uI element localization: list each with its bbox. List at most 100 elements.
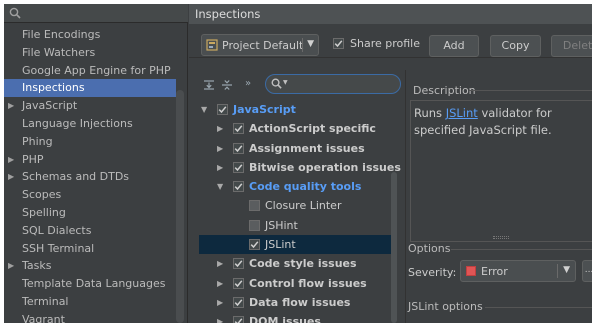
chevron-right-icon[interactable]: ▶: [217, 293, 223, 312]
sidebar-item[interactable]: SSH Terminal: [4, 240, 176, 258]
tree-row[interactable]: ▶ Bitwise operation issues: [199, 158, 401, 177]
checkbox-checked-icon[interactable]: [233, 258, 244, 270]
filter-dropdown-icon: ▼: [283, 79, 288, 86]
sidebar-item[interactable]: Google App Engine for PHP: [4, 62, 176, 80]
sidebar-item[interactable]: ▶ JavaScript: [4, 97, 176, 115]
sidebar-item[interactable]: File Watchers: [4, 44, 176, 62]
inspection-filter-input[interactable]: ▼: [265, 74, 401, 94]
severity-more-button[interactable]: ...: [582, 260, 592, 282]
sidebar-item[interactable]: Language Injections: [4, 115, 176, 133]
chevron-down-icon[interactable]: ▼: [217, 177, 223, 196]
tree-row[interactable]: ▼ Code quality tools: [199, 177, 395, 196]
tree-row[interactable]: Closure Linter: [199, 196, 395, 215]
checkbox-checked-icon[interactable]: [249, 239, 260, 251]
sidebar-item[interactable]: Inspections: [4, 79, 176, 98]
chevron-right-icon[interactable]: ▶: [217, 254, 223, 273]
tree-row[interactable]: ▼ JavaScript: [199, 100, 395, 119]
checkbox-checked-icon[interactable]: [233, 161, 244, 173]
chevron-right-icon[interactable]: ▶: [217, 139, 223, 158]
chevron-right-icon[interactable]: ▶: [217, 274, 223, 293]
tree-row-label: DOM issues: [249, 315, 321, 323]
share-profile-checkbox[interactable]: Share profile: [333, 37, 420, 50]
sidebar-item[interactable]: SQL Dialects: [4, 222, 176, 240]
sidebar-item[interactable]: Scopes: [4, 186, 176, 204]
chevron-right-icon[interactable]: ▶: [8, 168, 14, 186]
delete-button[interactable]: Delete: [551, 35, 592, 57]
tree-scrollbar[interactable]: [391, 172, 397, 323]
profile-select-value: Project Default: [222, 39, 304, 52]
sidebar-item-label: Schemas and DTDs: [22, 170, 130, 184]
tree-row[interactable]: ▶ Data flow issues: [199, 293, 395, 312]
profile-icon: [206, 39, 218, 51]
sidebar-item-label: Terminal: [22, 294, 69, 308]
search-icon: [9, 7, 21, 19]
checkbox-checked-icon[interactable]: [233, 277, 244, 289]
sidebar-item[interactable]: File Encodings: [4, 26, 176, 44]
chevron-right-icon[interactable]: ▶: [8, 97, 14, 115]
panel-splitter[interactable]: [405, 70, 406, 323]
sidebar-item[interactable]: Terminal: [4, 293, 176, 311]
checkbox-checked-icon[interactable]: [233, 142, 244, 154]
copy-button[interactable]: Copy: [490, 35, 541, 57]
collapse-all-icon[interactable]: [221, 79, 233, 91]
sidebar-item[interactable]: ▶ PHP: [4, 151, 176, 169]
checkbox-checked-icon[interactable]: [217, 104, 228, 115]
tree-row-label: JSHint: [265, 218, 298, 232]
checkbox-checked-icon[interactable]: [233, 316, 244, 323]
chevron-down-icon[interactable]: ▼: [201, 100, 207, 119]
chevron-right-icon[interactable]: ▶: [217, 119, 223, 138]
sidebar-item[interactable]: Template Data Languages: [4, 275, 176, 293]
chevron-right-icon[interactable]: ▶: [8, 151, 14, 169]
checkbox-unchecked-icon[interactable]: [249, 200, 260, 212]
tree-row[interactable]: ▶ Control flow issues: [199, 274, 395, 293]
jslint-link[interactable]: JSLint: [446, 106, 478, 120]
sidebar-item[interactable]: Phing: [4, 133, 176, 151]
sidebar-item[interactable]: Vagrant: [4, 311, 176, 323]
settings-sidebar: File Encodings File Watchers Google App En…: [4, 4, 188, 323]
settings-search-input[interactable]: [4, 4, 188, 23]
expand-all-icon[interactable]: [203, 79, 215, 91]
more-actions-icon[interactable]: »: [245, 78, 251, 89]
search-icon: [271, 78, 282, 89]
sidebar-item-label: JavaScript: [22, 99, 78, 113]
panel-header: Inspections: [189, 4, 592, 24]
chevron-right-icon[interactable]: ▶: [8, 257, 14, 275]
chevron-down-icon: ▼: [563, 265, 570, 275]
sidebar-item-label: Vagrant: [22, 312, 65, 323]
tree-row-label: ActionScript specific: [249, 122, 376, 136]
tree-row[interactable]: ▶ Code style issues: [199, 254, 395, 273]
sidebar-item[interactable]: ▶ Tasks: [4, 257, 176, 275]
sidebar-item[interactable]: ▶ Schemas and DTDs: [4, 168, 176, 186]
sidebar-item-label: PHP: [22, 152, 44, 166]
sidebar-item-label: Phing: [22, 134, 53, 148]
checkbox-checked-icon[interactable]: [233, 123, 244, 135]
resize-grip[interactable]: [493, 236, 509, 239]
profile-toolbar: Project Default ▼ Share profile Add Copy…: [189, 24, 592, 58]
checkbox-checked-icon[interactable]: [233, 296, 244, 308]
sidebar-item-label: Scopes: [22, 188, 62, 202]
tree-row[interactable]: ▶ ActionScript specific: [199, 119, 395, 138]
sidebar-item[interactable]: Spelling: [4, 204, 176, 222]
tree-row-label: Code style issues: [249, 257, 357, 271]
tree-row[interactable]: ▶ DOM issues: [199, 312, 395, 323]
add-button[interactable]: Add: [429, 35, 479, 57]
sidebar-item-label: SQL Dialects: [22, 223, 92, 237]
checkbox-checked-icon[interactable]: [233, 181, 244, 193]
tree-row[interactable]: JSLint: [199, 235, 395, 255]
description-text: Runs: [414, 106, 446, 120]
error-swatch-icon: [466, 266, 476, 276]
tree-row[interactable]: JSHint: [199, 216, 395, 235]
description-box: Runs JSLint validator for specified Java…: [410, 100, 592, 242]
tree-row-label: Bitwise operation issues: [249, 160, 401, 174]
options-title: Options: [408, 242, 451, 255]
sidebar-item-label: Google App Engine for PHP: [22, 63, 171, 77]
checkbox-checked-icon: [333, 38, 344, 49]
tree-row[interactable]: ▶ Assignment issues: [199, 139, 395, 158]
description-title: Description: [413, 84, 476, 97]
chevron-right-icon[interactable]: ▶: [217, 158, 223, 177]
profile-select[interactable]: Project Default ▼: [201, 34, 319, 56]
severity-select[interactable]: Error ▼: [460, 260, 576, 282]
chevron-right-icon[interactable]: ▶: [217, 312, 223, 323]
sidebar-scrollbar[interactable]: [176, 90, 184, 323]
checkbox-unchecked-icon[interactable]: [249, 219, 260, 231]
